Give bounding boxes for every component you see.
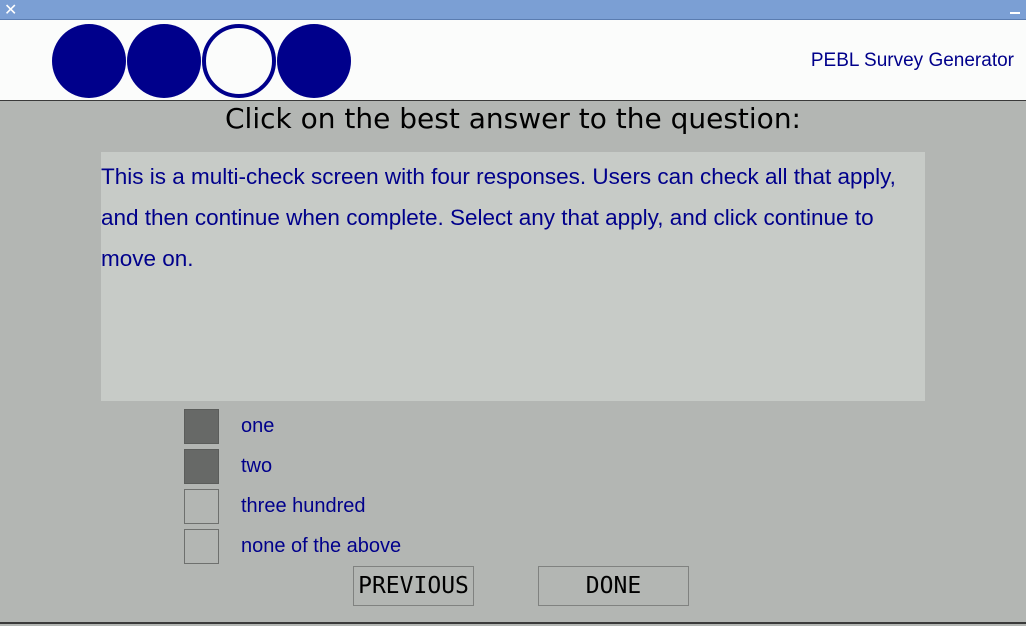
progress-dot-2: [127, 24, 201, 98]
brand-title: PEBL Survey Generator: [810, 50, 1014, 71]
instruction-heading: Click on the best answer to the question…: [224, 102, 801, 135]
header-bar: PEBL Survey Generator: [0, 20, 1026, 101]
checkbox[interactable]: [184, 489, 219, 524]
progress-dot-1: [52, 24, 126, 98]
option-label: none of the above: [241, 535, 402, 557]
option-label: two: [241, 455, 273, 477]
option-three-hundred[interactable]: three hundred: [184, 489, 584, 525]
question-text: This is a multi-check screen with four r…: [101, 164, 896, 271]
checkbox[interactable]: [184, 529, 219, 564]
checkbox[interactable]: [184, 449, 219, 484]
option-none-of-the-above[interactable]: none of the above: [184, 529, 584, 565]
question-box: This is a multi-check screen with four r…: [101, 152, 925, 401]
done-button[interactable]: DONE: [538, 566, 689, 606]
checkbox[interactable]: [184, 409, 219, 444]
bottom-border: [0, 622, 1026, 624]
window-titlebar: ✕: [0, 0, 1026, 20]
option-one[interactable]: one: [184, 409, 584, 445]
option-label: three hundred: [241, 495, 366, 517]
previous-button[interactable]: PREVIOUS: [353, 566, 474, 606]
progress-dot-4: [277, 24, 351, 98]
minimize-icon[interactable]: [1010, 12, 1020, 14]
close-icon[interactable]: ✕: [4, 0, 20, 20]
option-two[interactable]: two: [184, 449, 584, 485]
progress-dot-3: [202, 24, 276, 98]
option-label: one: [241, 415, 275, 437]
